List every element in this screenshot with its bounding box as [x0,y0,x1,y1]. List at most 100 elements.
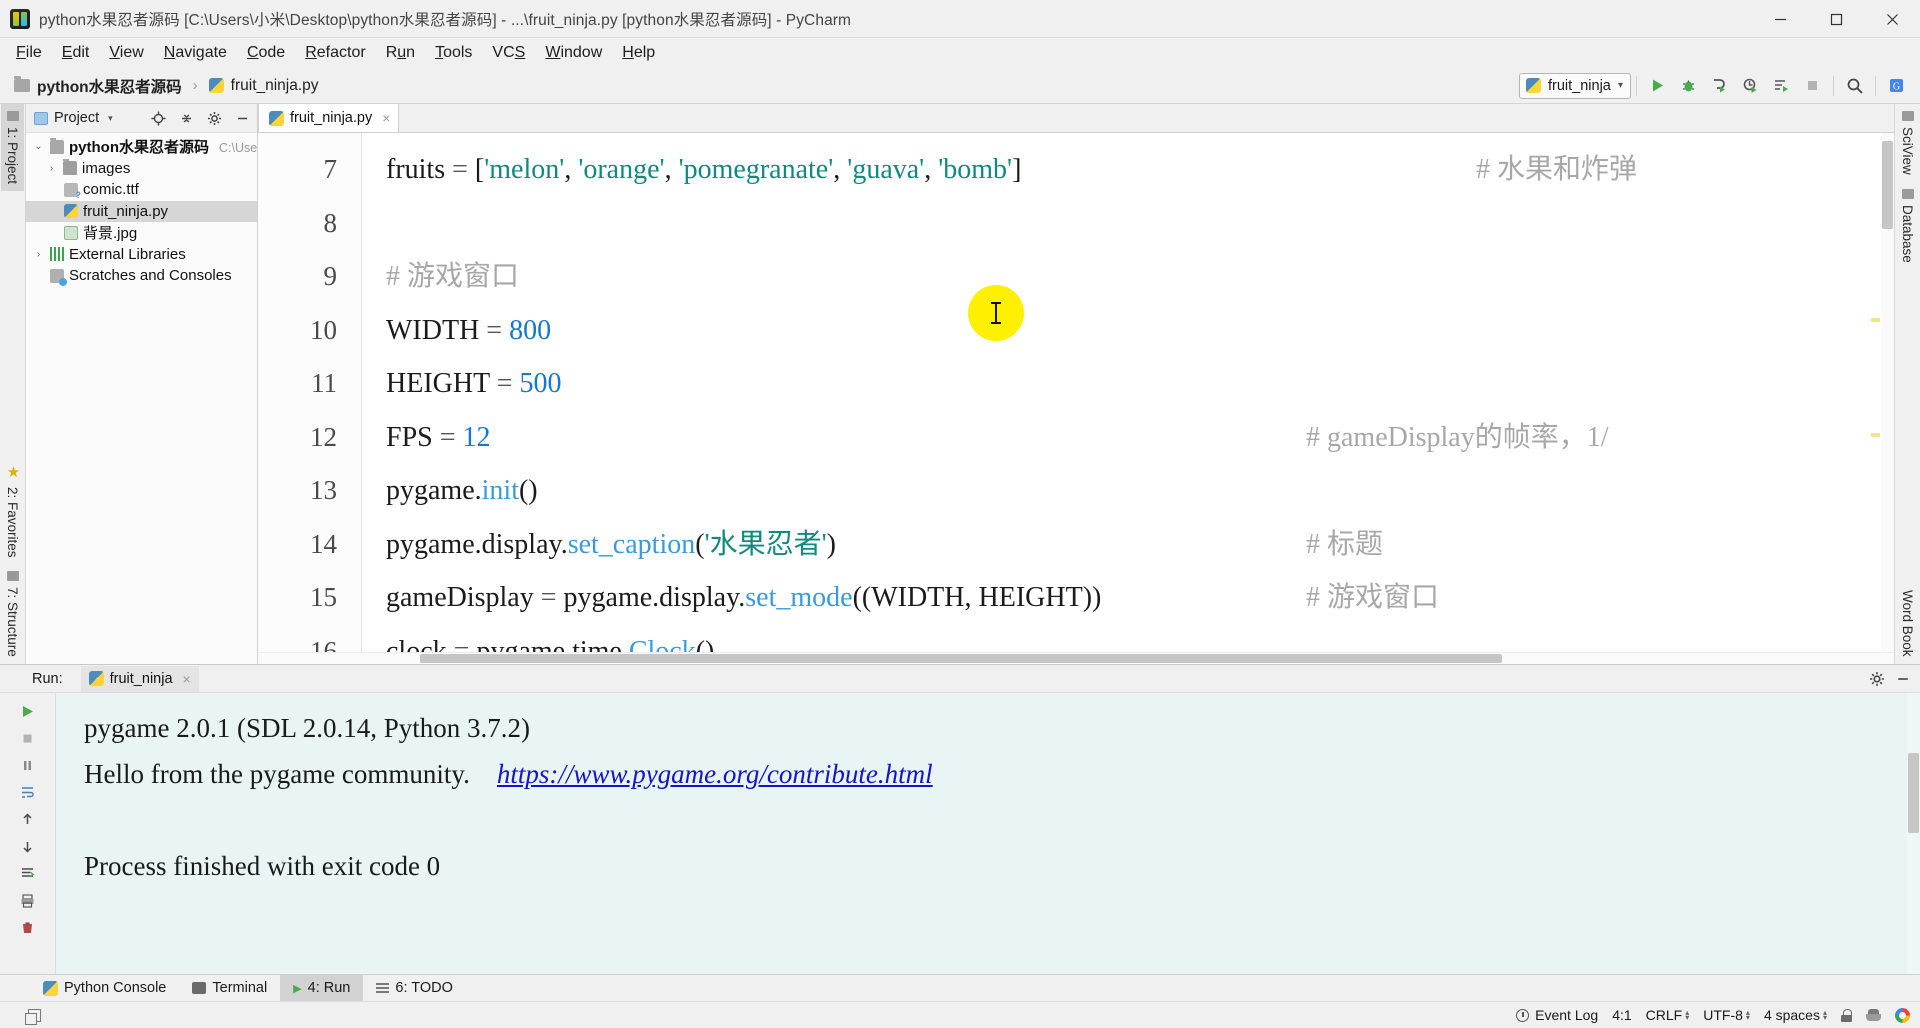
console-vertical-scrollbar[interactable] [1907,693,1920,974]
breadcrumb-project[interactable]: python水果忍者源码 [37,75,182,97]
console-line [84,797,1920,843]
gear-icon[interactable] [1866,668,1888,690]
menu-run[interactable]: Run [376,41,425,65]
menu-refactor[interactable]: Refactor [295,41,375,65]
menu-tools[interactable]: Tools [425,41,482,65]
stop-button[interactable] [15,725,41,751]
caret-position[interactable]: 4:1 [1612,1007,1631,1023]
tree-item-fruit-ninja-py[interactable]: fruit_ninja.py [26,201,257,223]
sidebar-tab-project[interactable]: 1: Project [1,104,24,191]
menu-navigate[interactable]: Navigate [154,41,237,65]
sidebar-tab-structure[interactable]: 7: Structure [1,564,24,664]
sidebar-tab-favorites[interactable]: ★ 2: Favorites [0,456,26,565]
code-line-9: # 游戏窗口 [386,250,1894,304]
tool-tab-label: Terminal [212,980,267,996]
editor-viewport[interactable]: 7 8 9 10 11 12 13 14 15 16 fruits = ['me… [258,133,1894,652]
profile-button[interactable] [1735,72,1766,100]
editor-marker[interactable] [1871,318,1880,322]
menu-code[interactable]: Code [237,41,295,65]
line-number: 9 [258,250,361,304]
chevron-right-icon[interactable]: › [45,163,58,174]
line-separator-selector[interactable]: CRLF ▴▾ [1646,1007,1690,1023]
scrollbar-thumb[interactable] [420,654,1502,663]
print-button[interactable] [15,887,41,913]
run-with-coverage-button[interactable] [1704,72,1735,100]
inspection-hector-icon[interactable] [1866,1009,1881,1022]
tree-item-project-root[interactable]: ⌄ python水果忍者源码 C:\Users\小米\Desktop\pytho… [26,136,257,158]
chevron-down-icon[interactable]: ▾ [108,113,113,124]
editor-gutter[interactable]: 7 8 9 10 11 12 13 14 15 16 [258,133,362,652]
close-icon[interactable]: × [183,671,191,687]
scroll-up-button[interactable] [15,806,41,832]
scrollbar-thumb[interactable] [1908,753,1919,833]
rerun-button[interactable] [15,698,41,724]
indent-selector[interactable]: 4 spaces ▴▾ [1764,1007,1827,1023]
maximize-button[interactable] [1808,0,1864,38]
line-number: 7 [258,143,361,197]
hide-panel-button[interactable] [231,107,253,129]
scrollbar-thumb[interactable] [1882,141,1893,229]
run-icon: ▶ [293,982,301,995]
breadcrumb-file[interactable]: fruit_ninja.py [231,77,319,95]
chevron-down-icon[interactable]: ⌄ [32,141,45,152]
minimize-button[interactable] [1752,0,1808,38]
tree-item-background-jpg[interactable]: 背景.jpg [26,222,257,244]
scroll-to-end-button[interactable] [15,860,41,886]
tool-tab-run[interactable]: ▶ 4: Run [280,975,363,1002]
menu-view[interactable]: View [99,41,153,65]
stop-button[interactable] [1797,72,1828,100]
code-number: 500 [519,368,561,399]
chevron-right-icon[interactable]: › [32,249,45,260]
google-search-button[interactable]: G [1881,72,1912,100]
tree-item-external-libraries[interactable]: › External Libraries [26,244,257,266]
tree-item-comic-ttf[interactable]: comic.ttf [26,179,257,201]
sidebar-tab-sciview[interactable]: SciView [1896,104,1919,182]
run-console-output[interactable]: pygame 2.0.1 (SDL 2.0.14, Python 3.7.2) … [56,693,1920,974]
pygame-contribute-link[interactable]: https://www.pygame.org/contribute.html [497,759,933,789]
toolbar-divider [1636,76,1637,96]
locate-button[interactable] [147,107,169,129]
editor-vertical-scrollbar[interactable] [1881,133,1894,652]
menu-help[interactable]: Help [612,41,665,65]
scroll-down-button[interactable] [15,833,41,859]
encoding-selector[interactable]: UTF-8 ▴▾ [1703,1007,1750,1023]
menu-file[interactable]: FFileile [6,41,52,65]
search-everywhere-button[interactable] [1839,72,1870,100]
window-controls [1752,0,1920,38]
python-file-icon [1526,78,1541,93]
code-content[interactable]: fruits = ['melon', 'orange', 'pomegranat… [362,133,1894,652]
sidebar-tab-database[interactable]: Database [1896,182,1919,270]
tool-tab-terminal[interactable]: Terminal [179,975,280,1002]
collapse-all-button[interactable] [175,107,197,129]
event-log-button[interactable]: Event Log [1516,1007,1598,1023]
tree-item-scratches-and-consoles[interactable]: Scratches and Consoles [26,265,257,287]
tree-item-label: fruit_ninja.py [83,203,168,220]
tree-item-images[interactable]: › images [26,158,257,180]
editor-marker[interactable] [1871,433,1880,437]
run-configuration-selector[interactable]: fruit_ninja ▾ [1519,73,1631,99]
pause-output-button[interactable] [15,752,41,778]
menu-edit[interactable]: Edit [52,41,100,65]
editor-tab-fruit-ninja[interactable]: fruit_ninja.py × [258,103,399,132]
menu-window[interactable]: Window [535,41,612,65]
lock-icon[interactable] [1841,1009,1852,1022]
run-button[interactable] [1642,72,1673,100]
run-tab-fruit-ninja[interactable]: fruit_ninja × [81,666,199,692]
editor-horizontal-scrollbar[interactable] [258,652,1894,664]
tool-tab-todo[interactable]: 6: TODO [363,975,465,1002]
soft-wrap-button[interactable] [15,779,41,805]
menu-vcs[interactable]: VCS [482,41,535,65]
close-icon[interactable]: × [382,110,390,126]
tool-tab-python-console[interactable]: Python Console [30,975,179,1002]
gear-icon[interactable] [203,107,225,129]
toggle-toolbar-icon[interactable] [28,1009,41,1022]
hide-run-panel-button[interactable] [1892,668,1914,690]
sidebar-tab-word-book[interactable]: Word Book [1896,583,1919,664]
google-icon[interactable] [1895,1008,1910,1023]
debug-button[interactable] [1673,72,1704,100]
run-dashboard-button[interactable] [1766,72,1797,100]
clear-all-button[interactable] [15,914,41,940]
tree-item-label: External Libraries [69,246,186,263]
line-number: 13 [258,464,361,518]
close-button[interactable] [1864,0,1920,38]
